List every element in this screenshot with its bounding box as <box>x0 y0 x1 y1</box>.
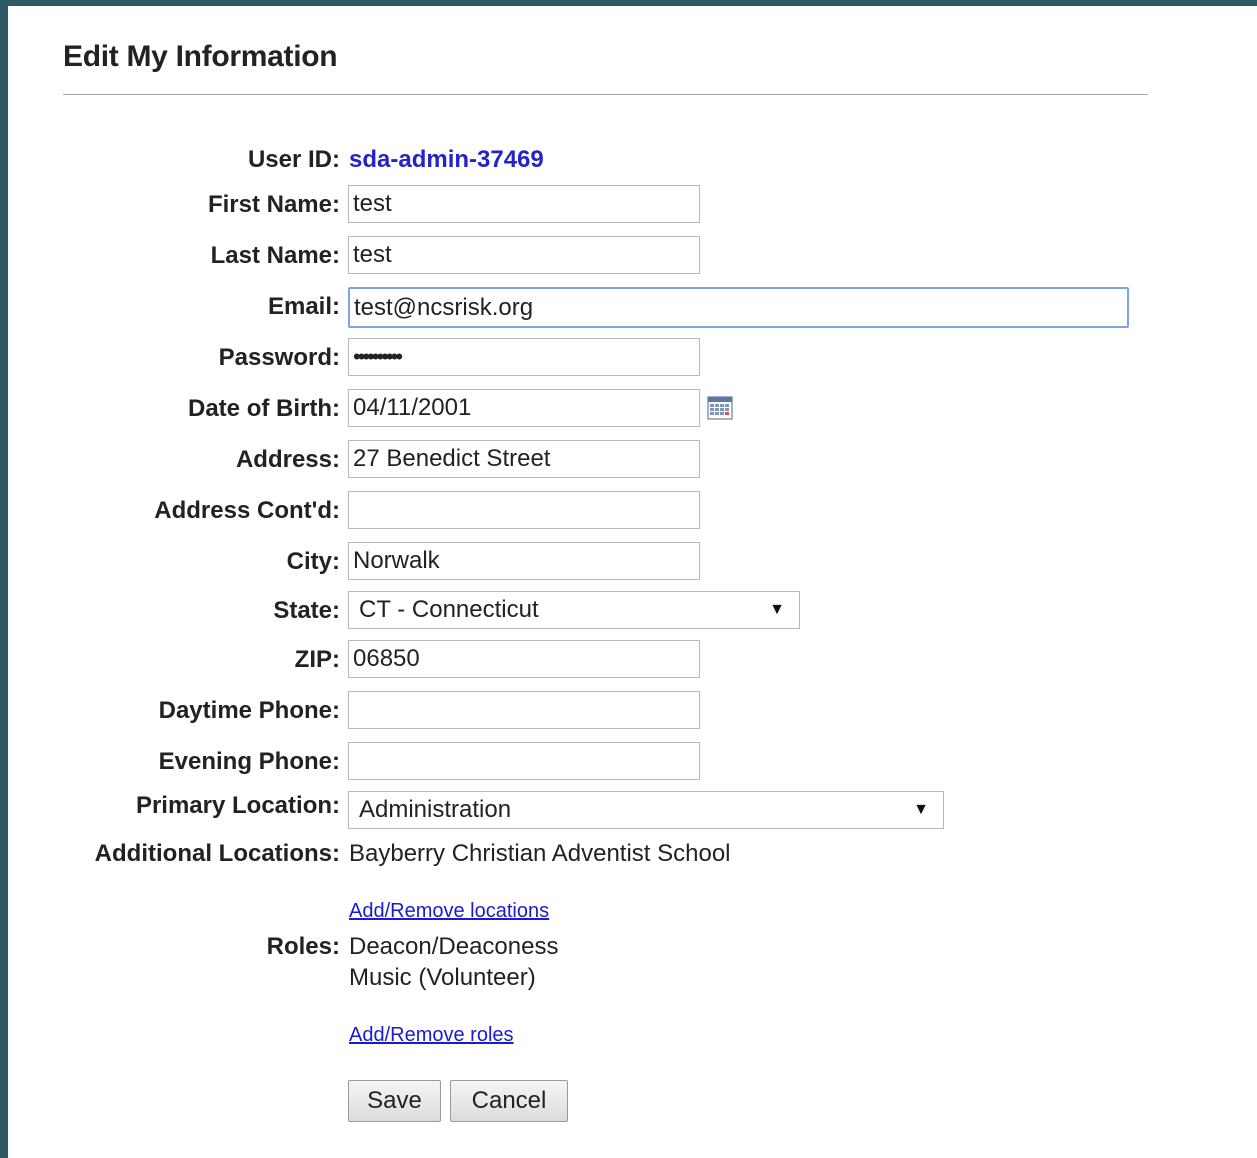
state-select[interactable]: CT - Connecticut ▼ <box>348 591 800 629</box>
page-title: Edit My Information <box>63 40 338 73</box>
evening-phone-field[interactable] <box>348 742 700 780</box>
title-divider <box>63 94 1148 95</box>
city-field[interactable] <box>348 542 700 580</box>
address2-label: Address Cont'd: <box>154 497 340 524</box>
primary-location-select[interactable]: Administration ▼ <box>348 791 944 829</box>
address-field[interactable] <box>348 440 700 478</box>
day-phone-field[interactable] <box>348 691 700 729</box>
day-phone-label: Daytime Phone: <box>158 697 340 724</box>
user-id-value: sda-admin-37469 <box>349 146 544 173</box>
last-name-field[interactable] <box>348 236 700 274</box>
calendar-icon[interactable] <box>707 396 733 420</box>
email-field[interactable] <box>348 287 1129 328</box>
address2-field[interactable] <box>348 491 700 529</box>
role-item: Music (Volunteer) <box>349 964 536 991</box>
additional-locations-value: Bayberry Christian Adventist School <box>349 840 731 867</box>
zip-field[interactable] <box>348 640 700 678</box>
roles-label: Roles: <box>266 933 340 960</box>
chevron-down-icon: ▼ <box>769 601 785 618</box>
state-label: State: <box>273 597 340 624</box>
additional-locations-label: Additional Locations: <box>94 840 340 867</box>
password-label: Password: <box>218 344 340 371</box>
dob-label: Date of Birth: <box>188 395 340 422</box>
chevron-down-icon: ▼ <box>913 801 929 818</box>
window-frame-left <box>0 0 8 1158</box>
add-remove-locations-link[interactable]: Add/Remove locations <box>349 900 549 923</box>
first-name-label: First Name: <box>207 191 340 218</box>
address-label: Address: <box>235 446 340 473</box>
window-frame-top <box>0 0 1257 6</box>
email-label: Email: <box>267 293 340 320</box>
primary-location-label: Primary Location: <box>135 792 340 819</box>
role-item: Deacon/Deaconess <box>349 933 559 960</box>
first-name-field[interactable] <box>348 185 700 223</box>
last-name-label: Last Name: <box>210 242 340 269</box>
state-select-value: CT - Connecticut <box>359 596 539 623</box>
primary-location-value: Administration <box>359 796 512 823</box>
save-button[interactable]: Save <box>348 1080 441 1122</box>
city-label: City: <box>286 548 340 575</box>
evening-phone-label: Evening Phone: <box>158 748 340 775</box>
cancel-button[interactable]: Cancel <box>450 1080 568 1122</box>
password-field[interactable] <box>348 338 700 376</box>
user-id-label: User ID: <box>247 146 340 173</box>
add-remove-roles-link[interactable]: Add/Remove roles <box>349 1024 514 1047</box>
dob-field[interactable] <box>348 389 700 427</box>
zip-label: ZIP: <box>294 646 340 673</box>
